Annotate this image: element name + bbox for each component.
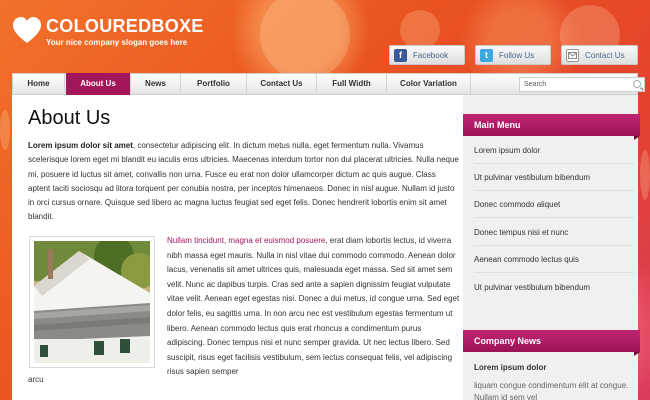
sidebar-menu-item[interactable]: Donec tempus nisi et nunc xyxy=(474,219,634,246)
nav-news[interactable]: News xyxy=(131,74,181,94)
para2-tail: arcu xyxy=(28,375,44,384)
twitter-icon: t xyxy=(480,48,493,62)
intro-bold: Lorem ipsum dolor sit amet xyxy=(28,141,133,150)
site-slogan: Your nice company slogan goes here xyxy=(46,38,188,47)
nav-contact-us[interactable]: Contact Us xyxy=(247,74,317,94)
bokeh-decoration xyxy=(0,110,10,150)
sidebar-menu-item[interactable]: Ut pulvinar vestibulum bibendum xyxy=(474,274,634,301)
follow-us-label: Follow Us xyxy=(499,50,535,60)
para2-highlight-link[interactable]: Nullam tincidunt, magna et euismod posue… xyxy=(167,236,325,245)
sidebar-menu-item[interactable]: Aenean commodo lectus quis xyxy=(474,246,634,273)
site-logo[interactable]: COLOUREDBOXE Your nice company slogan go… xyxy=(12,16,204,47)
bokeh-decoration xyxy=(400,10,440,50)
nav-home[interactable]: Home xyxy=(13,74,65,94)
facebook-button[interactable]: f Facebook xyxy=(389,45,465,65)
nav-full-width[interactable]: Full Width xyxy=(317,74,387,94)
sidebar-menu-item[interactable]: Lorem ipsum dolor xyxy=(474,137,634,164)
facebook-icon: f xyxy=(394,48,407,62)
company-news-header: Company News xyxy=(463,330,640,356)
nav-portfolio[interactable]: Portfolio xyxy=(181,74,247,94)
main-menu-header: Main Menu xyxy=(463,114,640,140)
facebook-label: Facebook xyxy=(413,50,449,60)
intro-text: , consectetur adipiscing elit. In dictum… xyxy=(28,141,459,222)
sidebar-menu-item[interactable]: Ut pulvinar vestibulum bibendum xyxy=(474,164,634,191)
sidebar-menu-item[interactable]: Donec commodo aliquet xyxy=(474,191,634,218)
house-photo-image xyxy=(34,241,150,363)
contact-us-label: Contact Us xyxy=(585,50,625,60)
second-paragraph: Nullam tincidunt, magna et euismod posue… xyxy=(167,234,460,380)
search-input[interactable]: Search xyxy=(519,77,645,92)
mail-icon xyxy=(566,48,579,62)
search-placeholder: Search xyxy=(524,81,547,88)
para2-text: , erat diam lobortis lectus, id viverra … xyxy=(167,236,460,377)
contact-us-button[interactable]: Contact Us xyxy=(561,45,638,65)
intro-paragraph: Lorem ipsum dolor sit amet, consectetur … xyxy=(28,139,460,225)
bokeh-decoration xyxy=(640,150,650,200)
logo-title: COLOUREDBOXE xyxy=(46,16,204,36)
follow-us-button[interactable]: t Follow Us xyxy=(475,45,551,65)
news-item-title[interactable]: Lorem ipsum dolor xyxy=(474,363,546,372)
main-navigation: Home About Us News Portfolio Contact Us … xyxy=(12,73,645,95)
content-area: About Us Lorem ipsum dolor sit amet, con… xyxy=(12,95,640,400)
house-photo xyxy=(29,236,155,368)
heart-logo-icon xyxy=(12,16,42,44)
page-title: About Us xyxy=(28,107,111,129)
nav-color-variation[interactable]: Color Variation xyxy=(387,74,471,94)
sidebar: Main Menu Lorem ipsum dolor Ut pulvinar … xyxy=(463,95,640,400)
nav-about-us[interactable]: About Us xyxy=(66,73,131,95)
news-item-text: liquam congue condimentum elit at congue… xyxy=(474,381,629,400)
search-icon[interactable] xyxy=(633,80,641,88)
